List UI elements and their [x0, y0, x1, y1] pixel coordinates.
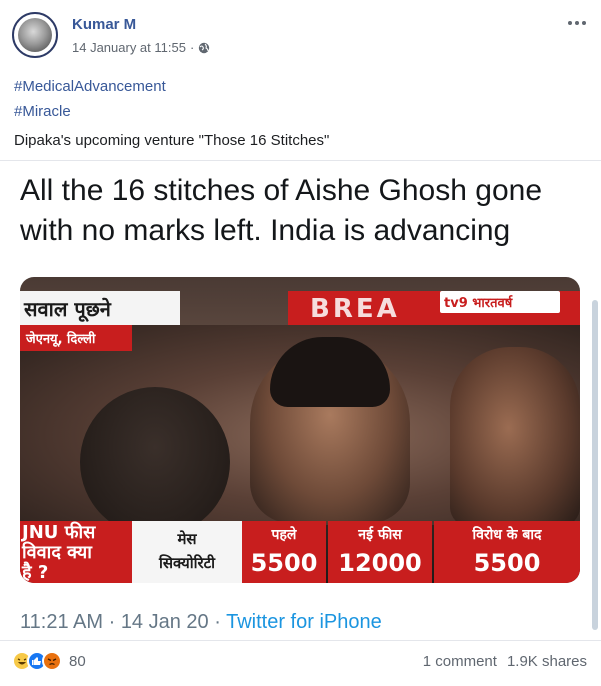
tweet-time[interactable]: 11:21 AM — [20, 611, 103, 633]
tv-ticker-topic-line2: विवाद क्या — [22, 542, 92, 563]
tv-ticker: JNU फीस विवाद क्या है ? मेस सिक्योरिटी प… — [20, 521, 580, 583]
tweet-text: All the 16 stitches of Aishe Ghosh gone … — [20, 174, 542, 247]
separator: · — [108, 611, 121, 633]
tv-ticker-col1: पहले 5500 — [242, 521, 326, 583]
tv-ticker-col3: विरोध के बाद 5500 — [434, 521, 580, 583]
tweet-date[interactable]: 14 Jan 20 — [121, 611, 209, 633]
globe-icon[interactable] — [198, 42, 210, 54]
tv-ticker-mess: मेस सिक्योरिटी — [132, 521, 242, 583]
tv-ticker-topic: JNU फीस विवाद क्या है ? — [20, 521, 132, 583]
angry-icon — [42, 651, 62, 671]
post-timestamp[interactable]: 14 January at 11:55 — [72, 40, 186, 55]
tv-ticker-col3-label: विरोध के बाद — [472, 527, 542, 543]
tv-channel-logo-text: tv9 भारतवर्ष — [444, 296, 513, 311]
hashtag-miracle[interactable]: #Miracle — [14, 99, 329, 124]
tv-ticker-col1-label: पहले — [271, 527, 297, 543]
tv-location: जेएनयू, दिल्ली — [26, 332, 96, 347]
share-count[interactable]: 1.9K shares — [507, 653, 587, 670]
facebook-post: Kumar M 14 January at 11:55 · #MedicalAd… — [0, 0, 601, 686]
tv-ticker-col2-value: 12000 — [338, 549, 422, 577]
avatar-image — [18, 18, 52, 52]
post-header: Kumar M 14 January at 11:55 · — [12, 10, 592, 60]
reaction-count[interactable]: 80 — [69, 653, 86, 670]
more-options-icon[interactable] — [566, 16, 588, 30]
tweet-media[interactable]: सवाल पूछने जेएनयू, दिल्ली BREA tv9 भारतव… — [20, 277, 580, 583]
tv-ticker-col2-label: नई फीस — [358, 527, 402, 543]
post-caption: Dipaka's upcoming venture "Those 16 Stit… — [14, 132, 330, 149]
tv-ticker-col2: नई फीस 12000 — [328, 521, 432, 583]
comment-count[interactable]: 1 comment — [423, 653, 497, 670]
tv-ticker-mess-line1: मेस — [177, 530, 197, 548]
post-stats: 1 comment 1.9K shares — [423, 653, 587, 670]
person-right — [450, 347, 580, 527]
tv-headline: सवाल पूछने — [24, 297, 111, 321]
post-footer: 80 1 comment 1.9K shares — [0, 640, 601, 686]
tv-breaking-text: BREA — [310, 294, 400, 324]
tv-headline-strip: सवाल पूछने — [20, 291, 180, 325]
scrollbar[interactable] — [592, 300, 598, 630]
tv-ticker-topic-line1: JNU फीस — [22, 522, 96, 543]
post-text: #MedicalAdvancement #Miracle Dipaka's up… — [14, 74, 329, 153]
author-name[interactable]: Kumar M — [72, 16, 136, 33]
avatar[interactable] — [12, 12, 58, 58]
tweet-source[interactable]: Twitter for iPhone — [226, 611, 382, 633]
person-left — [80, 387, 230, 537]
tweet-footer: 11:21 AM · 14 Jan 20 · Twitter for iPhon… — [20, 611, 382, 634]
tv-location-strip: जेएनयू, दिल्ली — [20, 325, 132, 351]
separator: · — [214, 611, 227, 633]
tv-ticker-col1-value: 5500 — [250, 549, 318, 577]
tv-channel-logo: tv9 भारतवर्ष — [440, 291, 560, 313]
post-meta: 14 January at 11:55 · — [72, 40, 210, 55]
reactions[interactable]: 80 — [12, 651, 86, 671]
separator: · — [189, 40, 195, 55]
tv-ticker-col3-value: 5500 — [473, 549, 541, 577]
embedded-tweet[interactable]: All the 16 stitches of Aishe Ghosh gone … — [0, 160, 601, 638]
tv-ticker-topic-line3: है ? — [22, 562, 49, 583]
tv-ticker-mess-line2: सिक्योरिटी — [158, 554, 216, 572]
hashtag-medical-advancement[interactable]: #MedicalAdvancement — [14, 74, 329, 99]
